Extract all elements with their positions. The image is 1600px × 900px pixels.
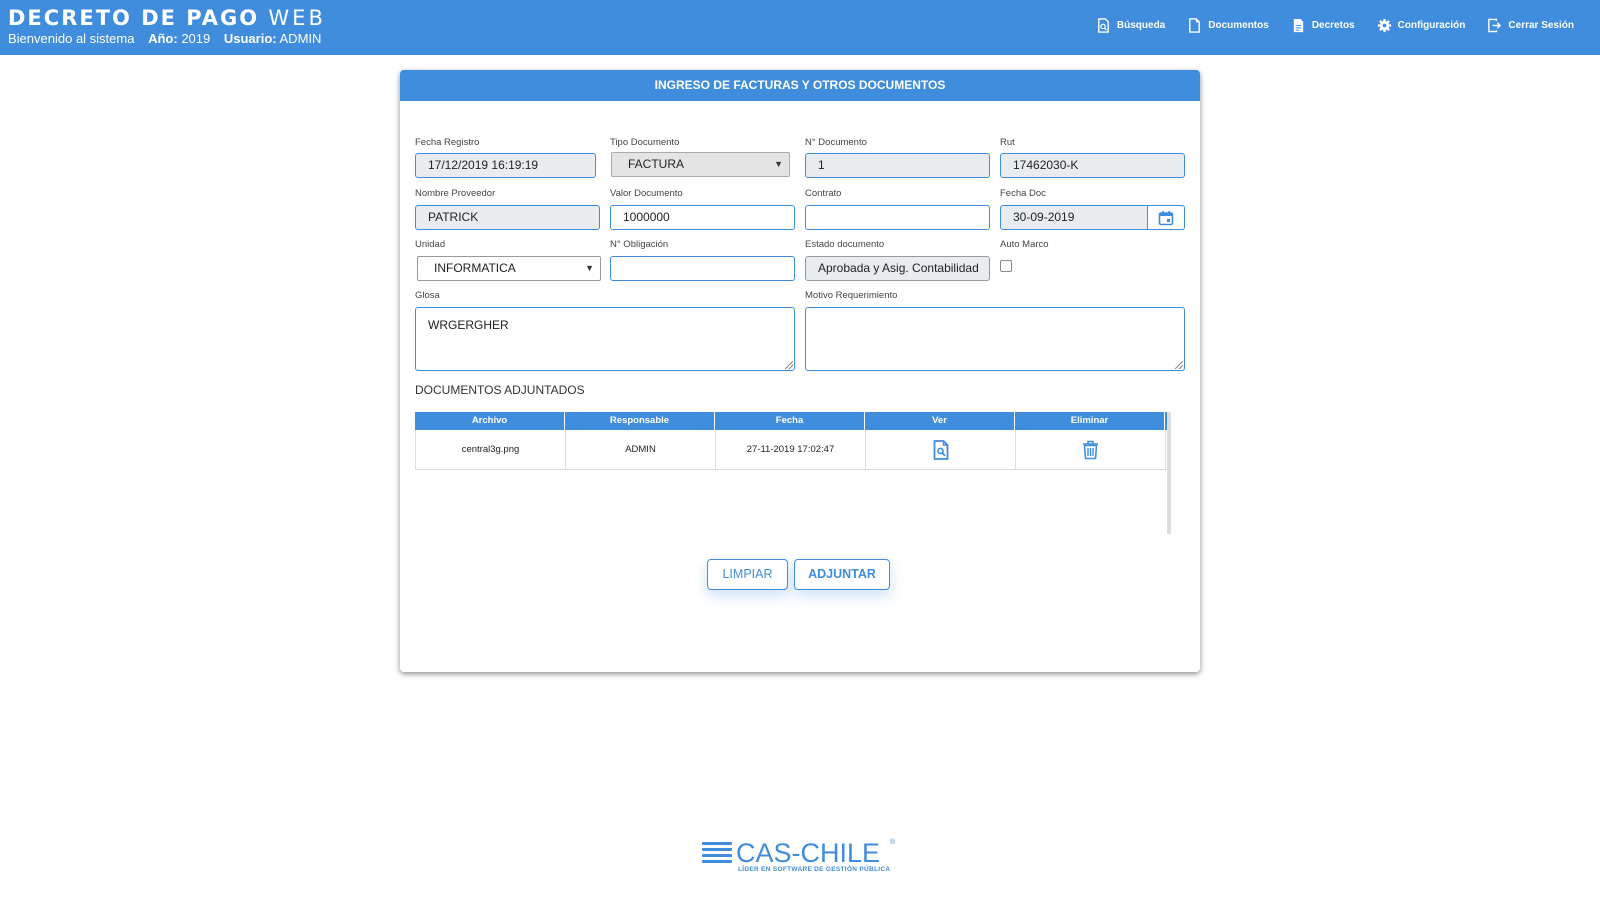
nav-decretos-label: Decretos	[1311, 20, 1355, 31]
rut-label: Rut	[1000, 137, 1015, 148]
top-bar: DECRETO DE PAGO WEB Bienvenido al sistem…	[0, 0, 1600, 55]
n-obligacion-label: N° Obligación	[610, 239, 669, 250]
limpiar-button[interactable]: LIMPIAR	[707, 559, 788, 590]
gear-icon	[1377, 18, 1391, 33]
chevron-down-icon: ▼	[585, 263, 594, 273]
logo-registered-mark: ®	[890, 839, 896, 846]
attachments-table: Archivo Responsable Fecha Ver Eliminar c…	[415, 412, 1171, 534]
resize-grip-icon[interactable]	[1175, 361, 1183, 369]
decree-icon	[1293, 18, 1303, 33]
glosa-value: WRGERGHER	[428, 318, 509, 332]
user-value: ADMIN	[279, 31, 322, 46]
unidad-value: INFORMATICA	[434, 261, 516, 275]
estado-documento-field[interactable]: Aprobada y Asig. Contabilidad	[805, 256, 990, 281]
document-entry-panel: INGRESO DE FACTURAS Y OTROS DOCUMENTOS F…	[400, 70, 1200, 672]
glosa-label: Glosa	[415, 290, 440, 301]
adjuntar-button[interactable]: ADJUNTAR	[794, 559, 890, 590]
app-title-main: DECRETO DE PAGO	[8, 6, 260, 30]
valor-documento-label: Valor Documento	[610, 188, 683, 199]
n-documento-field[interactable]: 1	[805, 153, 990, 178]
cell-responsable: ADMIN	[566, 430, 716, 469]
user-label: Usuario:	[223, 31, 277, 46]
n-documento-label: N° Documento	[805, 137, 867, 148]
nav-cerrar-sesion-label: Cerrar Sesión	[1508, 20, 1574, 31]
column-header-fecha[interactable]: Fecha	[715, 412, 865, 430]
nav-documentos[interactable]: Documentos	[1187, 18, 1269, 33]
fecha-registro-field[interactable]: 17/12/2019 16:19:19	[415, 153, 596, 178]
session-info: Bienvenido al sistema Año: 2019 Usuario:…	[8, 31, 326, 47]
nav-configuracion[interactable]: Configuración	[1377, 18, 1466, 33]
year-label: Año:	[148, 31, 178, 46]
document-icon	[1189, 18, 1201, 33]
cell-ver	[866, 430, 1016, 469]
rut-field[interactable]: 17462030-K	[1000, 153, 1185, 178]
nav-documentos-label: Documentos	[1208, 20, 1269, 31]
nombre-proveedor-label: Nombre Proveedor	[415, 188, 496, 199]
table-row: central3g.png ADMIN 27-11-2019 17:02:47	[415, 430, 1167, 470]
unidad-select[interactable]: INFORMATICA ▼	[417, 256, 601, 281]
column-header-ver[interactable]: Ver	[865, 412, 1015, 430]
trash-icon[interactable]	[1082, 440, 1099, 460]
fecha-registro-label: Fecha Registro	[415, 137, 480, 148]
n-obligacion-input[interactable]	[610, 256, 795, 281]
nav-cerrar-sesion[interactable]: Cerrar Sesión	[1487, 18, 1574, 33]
nav-configuracion-label: Configuración	[1397, 20, 1466, 31]
search-doc-icon	[1098, 18, 1109, 33]
unidad-label: Unidad	[415, 239, 446, 250]
logo-lines-icon	[702, 842, 732, 864]
nav-busqueda[interactable]: Búsqueda	[1096, 18, 1165, 33]
glosa-textarea[interactable]: WRGERGHER	[415, 307, 795, 371]
motivo-textarea[interactable]	[805, 307, 1185, 371]
calendar-button[interactable]	[1147, 205, 1185, 230]
panel-title: INGRESO DE FACTURAS Y OTROS DOCUMENTOS	[400, 70, 1200, 101]
cell-eliminar	[1016, 430, 1166, 469]
attachments-title: DOCUMENTOS ADJUNTADOS	[415, 383, 585, 397]
logo-text: CAS-CHILE	[736, 838, 881, 868]
tipo-documento-value: FACTURA	[628, 157, 685, 171]
view-file-icon[interactable]	[933, 439, 949, 460]
brand: DECRETO DE PAGO WEB Bienvenido al sistem…	[8, 6, 326, 47]
column-header-eliminar[interactable]: Eliminar	[1015, 412, 1165, 430]
tipo-documento-label: Tipo Documento	[610, 137, 680, 148]
valor-documento-input[interactable]: 1000000	[610, 205, 795, 230]
logo-tagline: LÍDER EN SOFTWARE DE GESTIÓN PÚBLICA	[738, 866, 891, 873]
logout-icon	[1488, 18, 1502, 33]
nav-busqueda-label: Búsqueda	[1116, 20, 1166, 31]
fecha-doc-label: Fecha Doc	[1000, 188, 1046, 199]
nombre-proveedor-field[interactable]: PATRICK	[415, 205, 600, 230]
table-header: Archivo Responsable Fecha Ver Eliminar	[415, 412, 1167, 430]
resize-grip-icon[interactable]	[785, 361, 793, 369]
nav-decretos[interactable]: Decretos	[1291, 18, 1355, 33]
cas-chile-logo: CAS-CHILE ® LÍDER EN SOFTWARE DE GESTIÓN…	[700, 838, 900, 878]
column-header-responsable[interactable]: Responsable	[565, 412, 715, 430]
cell-fecha: 27-11-2019 17:02:47	[716, 430, 866, 469]
chevron-down-icon: ▼	[774, 159, 783, 169]
welcome-text: Bienvenido al sistema	[8, 31, 135, 46]
contrato-input[interactable]	[805, 205, 990, 230]
fecha-doc-input[interactable]: 30-09-2019	[1000, 205, 1148, 230]
app-title: DECRETO DE PAGO WEB	[8, 6, 326, 30]
motivo-label: Motivo Requerimiento	[805, 290, 898, 301]
calendar-icon	[1158, 210, 1174, 225]
year-value: 2019	[181, 31, 211, 46]
auto-marco-checkbox[interactable]	[1000, 260, 1012, 272]
app-title-web: WEB	[268, 6, 326, 30]
tipo-documento-select[interactable]: FACTURA ▼	[611, 152, 790, 177]
top-nav: Búsqueda Documentos Decretos Configuraci…	[1096, 18, 1574, 33]
contrato-label: Contrato	[805, 188, 842, 199]
auto-marco-label: Auto Marco	[1000, 239, 1049, 250]
cell-archivo: central3g.png	[416, 430, 566, 469]
column-header-archivo[interactable]: Archivo	[415, 412, 565, 430]
estado-documento-label: Estado documento	[805, 239, 885, 250]
